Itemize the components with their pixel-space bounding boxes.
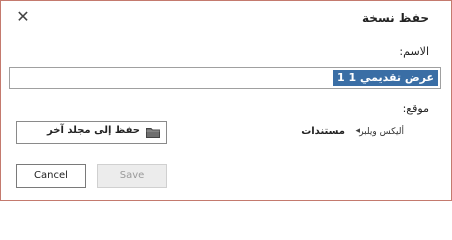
folder-icon — [146, 128, 160, 138]
save-to-other-folder-button[interactable]: حفظ إلى مجلد آخر — [16, 121, 167, 144]
save-copy-dialog: حفظ نسخة ✕ الاسم: عرض تقديمي 1 1 موقع: ح… — [0, 0, 452, 201]
breadcrumb-documents[interactable]: مستندات — [301, 126, 345, 137]
name-label: الاسم: — [399, 45, 429, 58]
dialog-title: حفظ نسخة — [362, 11, 429, 25]
save-button[interactable]: Save — [97, 164, 167, 188]
close-icon[interactable]: ✕ — [15, 9, 31, 25]
cancel-button[interactable]: Cancel — [16, 164, 86, 188]
name-input[interactable]: عرض تقديمي 1 1 — [9, 67, 441, 89]
location-label: موقع: — [402, 102, 429, 115]
folder-button-label: حفظ إلى مجلد آخر — [47, 125, 140, 136]
breadcrumb-user[interactable]: أليكس ويلبر — [359, 127, 404, 137]
name-input-value: عرض تقديمي 1 1 — [332, 70, 438, 86]
